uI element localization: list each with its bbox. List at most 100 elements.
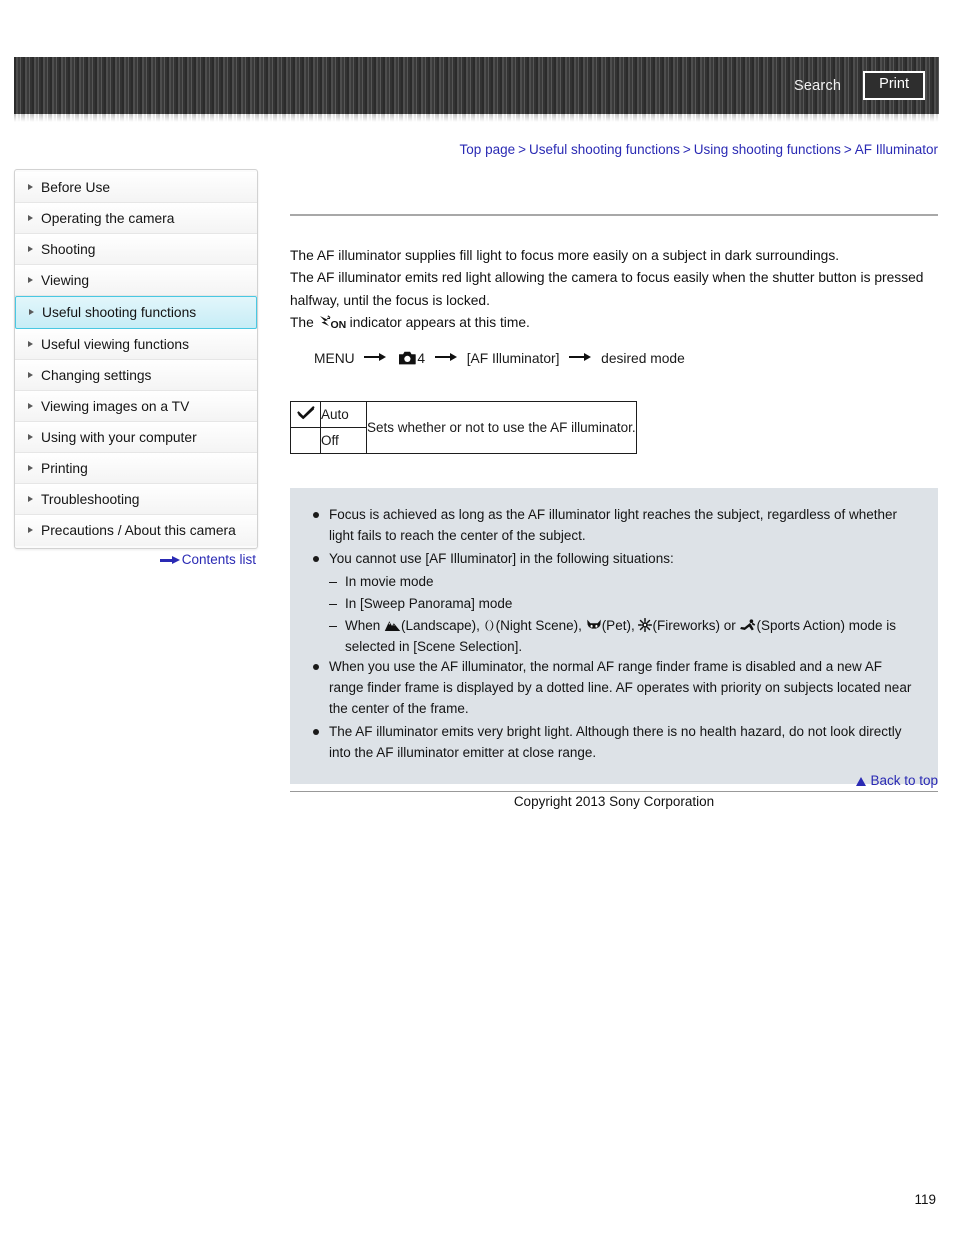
bullet-icon	[313, 729, 319, 736]
sidebar-item-label: Shooting	[41, 241, 96, 257]
sidebar-item-printing[interactable]: Printing	[15, 453, 257, 484]
notes-box: Focus is achieved as long as the AF illu…	[290, 488, 938, 785]
table-row: Auto Sets whether or not to use the AF i…	[290, 401, 637, 454]
breadcrumb-separator: >	[518, 142, 526, 157]
footer-divider	[290, 791, 938, 792]
header-banner: Search Print	[14, 57, 939, 114]
breadcrumb-separator: >	[843, 142, 852, 157]
breadcrumb-item-using-shooting-functions[interactable]: Using shooting functions	[694, 142, 841, 157]
breadcrumb-separator: >	[682, 142, 691, 157]
contents-list: Contents list	[14, 552, 258, 567]
arrow-right-icon	[434, 353, 457, 362]
indicator-line: The ON indicator appears at this time.	[290, 312, 938, 337]
copyright-text: Copyright 2013 Sony Corporation	[513, 794, 715, 809]
sidebar-item-useful-shooting-functions[interactable]: Useful shooting functions	[15, 296, 257, 329]
note-item: The AF illuminator emits very bright lig…	[308, 722, 920, 764]
sidebar-item-viewing-images-on-a-tv[interactable]: Viewing images on a TV	[15, 391, 257, 422]
note-text: When you use the AF illuminator, the nor…	[329, 659, 912, 717]
chevron-right-icon	[29, 309, 34, 315]
sidebar-item-label: Before Use	[41, 179, 111, 195]
sidebar-item-label: Viewing	[41, 272, 90, 288]
sidebar-item-using-with-your-computer[interactable]: Using with your computer	[15, 422, 257, 453]
chevron-right-icon	[28, 276, 33, 283]
chevron-right-icon	[28, 340, 33, 347]
triangle-up-icon	[856, 777, 867, 786]
scene-mode-label: (Sports Action) mode is	[756, 617, 897, 633]
note-text: You cannot use [AF Illuminator] in the f…	[329, 550, 674, 566]
setting-option-auto[interactable]: Auto	[320, 401, 367, 428]
dash-icon	[329, 625, 337, 628]
content-divider	[290, 214, 938, 216]
scene-mode-label: (Night Scene),	[495, 617, 582, 633]
search-link[interactable]: Search	[794, 78, 841, 94]
landscape-icon	[384, 618, 401, 633]
sidebar-item-label: Printing	[41, 460, 88, 476]
sidebar-item-changing-settings[interactable]: Changing settings	[15, 360, 257, 391]
print-button[interactable]: Print	[863, 71, 925, 100]
sidebar-item-before-use[interactable]: Before Use	[15, 172, 257, 203]
sidebar-item-label: Using with your computer	[41, 429, 197, 445]
camera-shooting-settings-icon	[399, 350, 417, 372]
sidebar-item-precautions-about-this-camera[interactable]: Precautions / About this camera	[15, 515, 257, 546]
bullet-icon	[313, 512, 319, 518]
contents-list-label: Contents list	[181, 552, 256, 567]
arrow-right-icon	[364, 353, 387, 362]
contents-list-link[interactable]: Contents list	[159, 552, 256, 567]
sidebar-navigation: Before Use Operating the camera Shooting…	[14, 169, 258, 549]
note-sub-item: In movie mode	[308, 572, 920, 593]
sidebar-item-operating-the-camera[interactable]: Operating the camera	[15, 203, 257, 234]
fireworks-icon	[638, 617, 653, 633]
chevron-right-icon	[28, 245, 33, 252]
sidebar-item-label: Viewing images on a TV	[41, 398, 190, 414]
bullet-icon	[313, 664, 319, 671]
note-sub-item-scene-modes: When (Landscape), (Night Scene), (Pet), …	[308, 616, 920, 658]
sidebar-item-label: Useful shooting functions	[42, 305, 197, 320]
setting-description: Sets whether or not to use the AF illumi…	[366, 401, 637, 454]
sports-action-icon	[739, 618, 756, 633]
description-block: The AF illuminator supplies fill light t…	[290, 245, 938, 338]
note-sub-text: In movie mode	[345, 573, 434, 589]
note-sub-item: In [Sweep Panorama] mode	[308, 594, 920, 615]
setting-option-off[interactable]: Off	[320, 427, 367, 454]
scene-mode-label: (Fireworks) or	[652, 617, 736, 633]
chevron-right-icon	[28, 371, 33, 378]
scene-mode-label: (Landscape),	[401, 617, 480, 633]
dash-icon	[329, 581, 337, 584]
scene-modes-prefix: When	[345, 617, 381, 633]
settings-table: Auto Sets whether or not to use the AF i…	[290, 401, 637, 454]
breadcrumb-item-useful-shooting-functions[interactable]: Useful shooting functions	[529, 142, 680, 157]
back-to-top-link[interactable]: Back to top	[856, 773, 938, 788]
breadcrumb: Top page > Useful shooting functions > Using…	[460, 142, 938, 157]
note-sub-text: In [Sweep Panorama] mode	[345, 595, 513, 611]
sidebar-item-viewing[interactable]: Viewing	[15, 265, 257, 296]
indicator-suffix: indicator appears at this time.	[349, 315, 530, 331]
chevron-right-icon	[28, 464, 33, 471]
arrow-right-icon	[569, 353, 592, 362]
page-number: 119	[914, 1192, 936, 1207]
sidebar-item-label: Useful viewing functions	[41, 336, 190, 352]
menu-tab-number: 4	[417, 350, 425, 366]
sidebar-item-label: Operating the camera	[41, 210, 175, 226]
scene-modes-suffix: selected in [Scene Selection].	[345, 638, 523, 654]
note-text: Focus is achieved as long as the AF illu…	[329, 507, 898, 543]
paragraph-1: The AF illuminator supplies fill light t…	[290, 248, 840, 263]
setting-checkmark-cell-empty	[290, 427, 321, 454]
sidebar-item-shooting[interactable]: Shooting	[15, 234, 257, 265]
scene-mode-label: (Pet),	[601, 617, 635, 633]
breadcrumb-item-af-illuminator[interactable]: AF Illuminator	[855, 142, 938, 157]
checkmark-icon	[296, 406, 315, 423]
af-illuminator-on-icon: ON	[319, 315, 349, 337]
sidebar-item-label: Precautions / About this camera	[41, 523, 236, 538]
note-item: When you use the AF illuminator, the nor…	[308, 657, 920, 720]
note-item: You cannot use [AF Illuminator] in the f…	[308, 549, 920, 570]
sidebar-item-troubleshooting[interactable]: Troubleshooting	[15, 484, 257, 515]
svg-text:ON: ON	[330, 319, 346, 330]
dash-icon	[329, 603, 337, 606]
sidebar-item-useful-viewing-functions[interactable]: Useful viewing functions	[15, 329, 257, 360]
night-scene-icon	[484, 618, 496, 633]
breadcrumb-item-top-page[interactable]: Top page	[460, 142, 516, 157]
chevron-right-icon	[28, 183, 33, 190]
main-content: The AF illuminator supplies fill light t…	[290, 214, 938, 785]
back-to-top-label: Back to top	[870, 773, 938, 788]
chevron-right-icon	[28, 214, 33, 221]
